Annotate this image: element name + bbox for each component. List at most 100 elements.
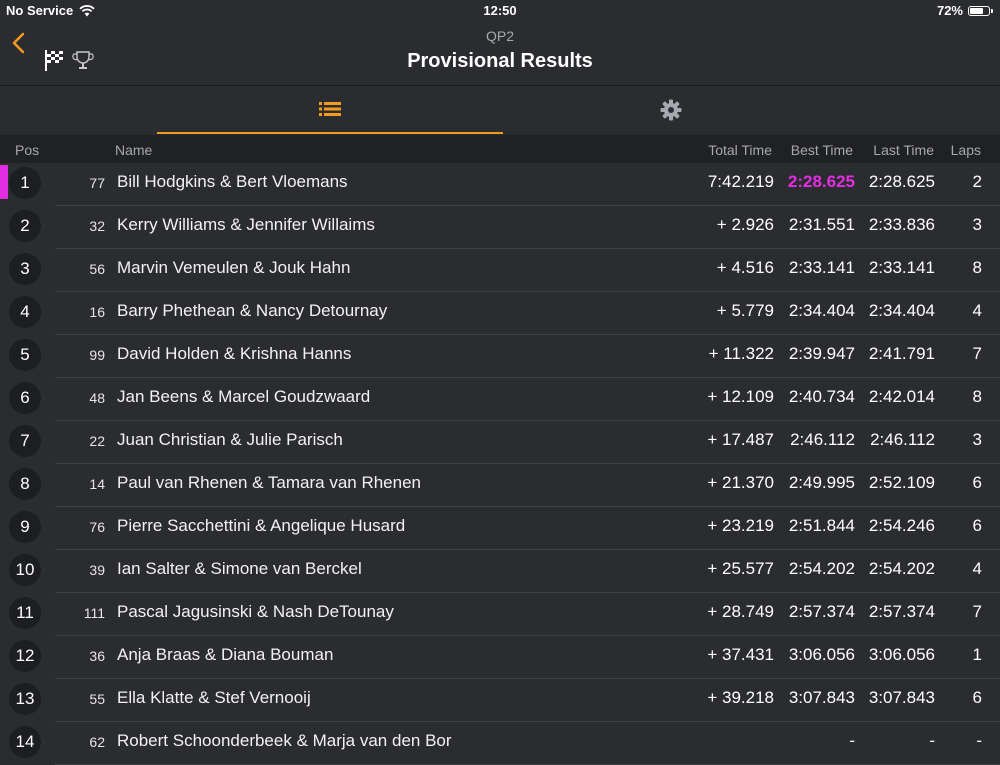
battery-fill [970,7,983,14]
best-time: 2:49.995 [788,473,855,492]
laps-count: 7 [972,344,982,363]
total-time: + 4.516 [716,258,774,277]
last-time: 2:28.625 [868,172,935,191]
tab-settings[interactable] [503,86,839,134]
last-time: 2:33.141 [868,258,935,277]
result-row[interactable]: 10 39 Ian Salter & Simone van Berckel + 25.… [0,550,1000,593]
last-time: 2:52.109 [868,473,935,492]
driver-names: Paul van Rhenen & Tamara van Rhenen [117,473,421,492]
best-time: 2:34.404 [788,301,855,320]
position-badge: 2 [9,210,41,242]
tab-results-list[interactable] [157,86,503,134]
position-badge: 6 [9,382,41,414]
driver-names: Anja Braas & Diana Bouman [117,645,334,664]
result-row[interactable]: 7 22 Juan Christian & Julie Parisch + 17.48… [0,421,1000,464]
car-number: 22 [89,433,105,449]
car-number: 76 [89,519,105,535]
laps-count: 6 [972,516,982,535]
driver-names: Bill Hodgkins & Bert Vloemans [117,172,348,191]
results-list: 1 77 Bill Hodgkins & Bert Vloemans 7:42.219… [0,163,1000,765]
last-time: 2:42.014 [868,387,935,406]
result-row[interactable]: 13 55 Ella Klatte & Stef Vernooij + 39.218 3… [0,679,1000,722]
car-number: 77 [89,175,105,191]
driver-names: Pierre Sacchettini & Angelique Husard [117,516,406,535]
car-number: 99 [89,347,105,363]
position-badge: 9 [9,511,41,543]
car-number: 16 [89,304,105,320]
session-subtitle: QP2 [485,28,514,44]
driver-names: David Holden & Krishna Hanns [117,344,352,363]
result-row[interactable]: 2 32 Kerry Williams & Jennifer Willaims + 2… [0,206,1000,249]
car-number: 56 [89,261,105,277]
result-row[interactable]: 11 111 Pascal Jagusinski & Nash DeTounay + … [0,593,1000,636]
col-best-time: Best Time [790,142,853,158]
last-time: 2:46.112 [870,430,935,449]
col-laps: Laps [950,142,981,158]
driver-names: Ella Klatte & Stef Vernooij [117,688,311,707]
result-row[interactable]: 6 48 Jan Beens & Marcel Goudzwaard + 12.109… [0,378,1000,421]
last-time: 2:34.404 [868,301,935,320]
result-row[interactable]: 3 56 Marvin Vemeulen & Jouk Hahn + 4.516 2:3… [0,249,1000,292]
car-number: 32 [89,218,105,234]
laps-count: 2 [972,172,982,191]
position-badge: 8 [9,468,41,500]
total-time: + 5.779 [716,301,774,320]
result-row[interactable]: 1 77 Bill Hodgkins & Bert Vloemans 7:42.219… [0,163,1000,206]
laps-count: 6 [972,688,982,707]
driver-names: Pascal Jagusinski & Nash DeTounay [117,602,394,621]
total-time: + 21.370 [707,473,774,492]
driver-names: Kerry Williams & Jennifer Willaims [117,215,375,234]
result-row[interactable]: 12 36 Anja Braas & Diana Bouman + 37.431 3:0… [0,636,1000,679]
position-badge: 10 [9,554,41,586]
laps-count: 8 [972,387,982,406]
best-time: 2:28.625 [787,172,855,191]
car-number: 14 [89,476,105,492]
laps-count: 3 [972,215,982,234]
nav-bar: QP2 Provisional Results [0,20,1000,85]
car-number: 48 [89,390,105,406]
total-time: + 2.926 [716,215,774,234]
total-time: + 11.322 [708,344,774,363]
driver-names: Ian Salter & Simone van Berckel [117,559,362,578]
result-row[interactable]: 5 99 David Holden & Krishna Hanns + 11.322 2… [0,335,1000,378]
driver-names: Jan Beens & Marcel Goudzwaard [117,387,371,406]
driver-names: Juan Christian & Julie Parisch [117,430,343,449]
best-time: 2:57.374 [788,602,855,621]
last-time: 2:41.791 [868,344,935,363]
laps-count: 4 [972,301,982,320]
result-row[interactable]: 14 62 Robert Schoonderbeek & Marja van den… [0,722,1000,765]
last-time: - [929,731,935,750]
result-row[interactable]: 8 14 Paul van Rhenen & Tamara van Rhenen + … [0,464,1000,507]
laps-count: 6 [972,473,982,492]
best-time: 3:06.056 [788,645,855,664]
page-title: Provisional Results [407,50,593,72]
position-badge: 4 [9,296,41,328]
laps-count: - [976,731,982,750]
col-name: Name [115,142,153,158]
driver-names: Robert Schoonderbeek & Marja van den Bor [117,731,452,750]
total-time: + 37.431 [707,645,774,664]
result-row[interactable]: 4 16 Barry Phethean & Nancy Detournay + 5.7… [0,292,1000,335]
col-last-time: Last Time [873,142,934,158]
best-time: 2:40.734 [788,387,855,406]
status-bar: No Service 12:50 72% [0,0,1000,20]
best-time: 2:39.947 [788,344,855,363]
position-badge: 1 [9,167,41,199]
total-time: + 17.487 [707,430,774,449]
laps-count: 1 [972,645,982,664]
driver-names: Barry Phethean & Nancy Detournay [117,301,388,320]
result-row[interactable]: 9 76 Pierre Sacchettini & Angelique Husard… [0,507,1000,550]
status-right: 72% [936,3,993,18]
position-badge: 3 [9,253,41,285]
last-time: 3:07.843 [868,688,935,707]
best-time: 2:33.141 [788,258,855,277]
battery-percent: 72% [936,3,963,18]
col-pos: Pos [15,142,40,158]
car-number: 39 [89,562,105,578]
col-total-time: Total Time [708,142,772,158]
position-badge: 7 [9,425,41,457]
best-time: 2:51.844 [788,516,855,535]
battery-icon [968,5,993,16]
position-badge: 11 [9,597,41,629]
laps-count: 4 [972,559,982,578]
